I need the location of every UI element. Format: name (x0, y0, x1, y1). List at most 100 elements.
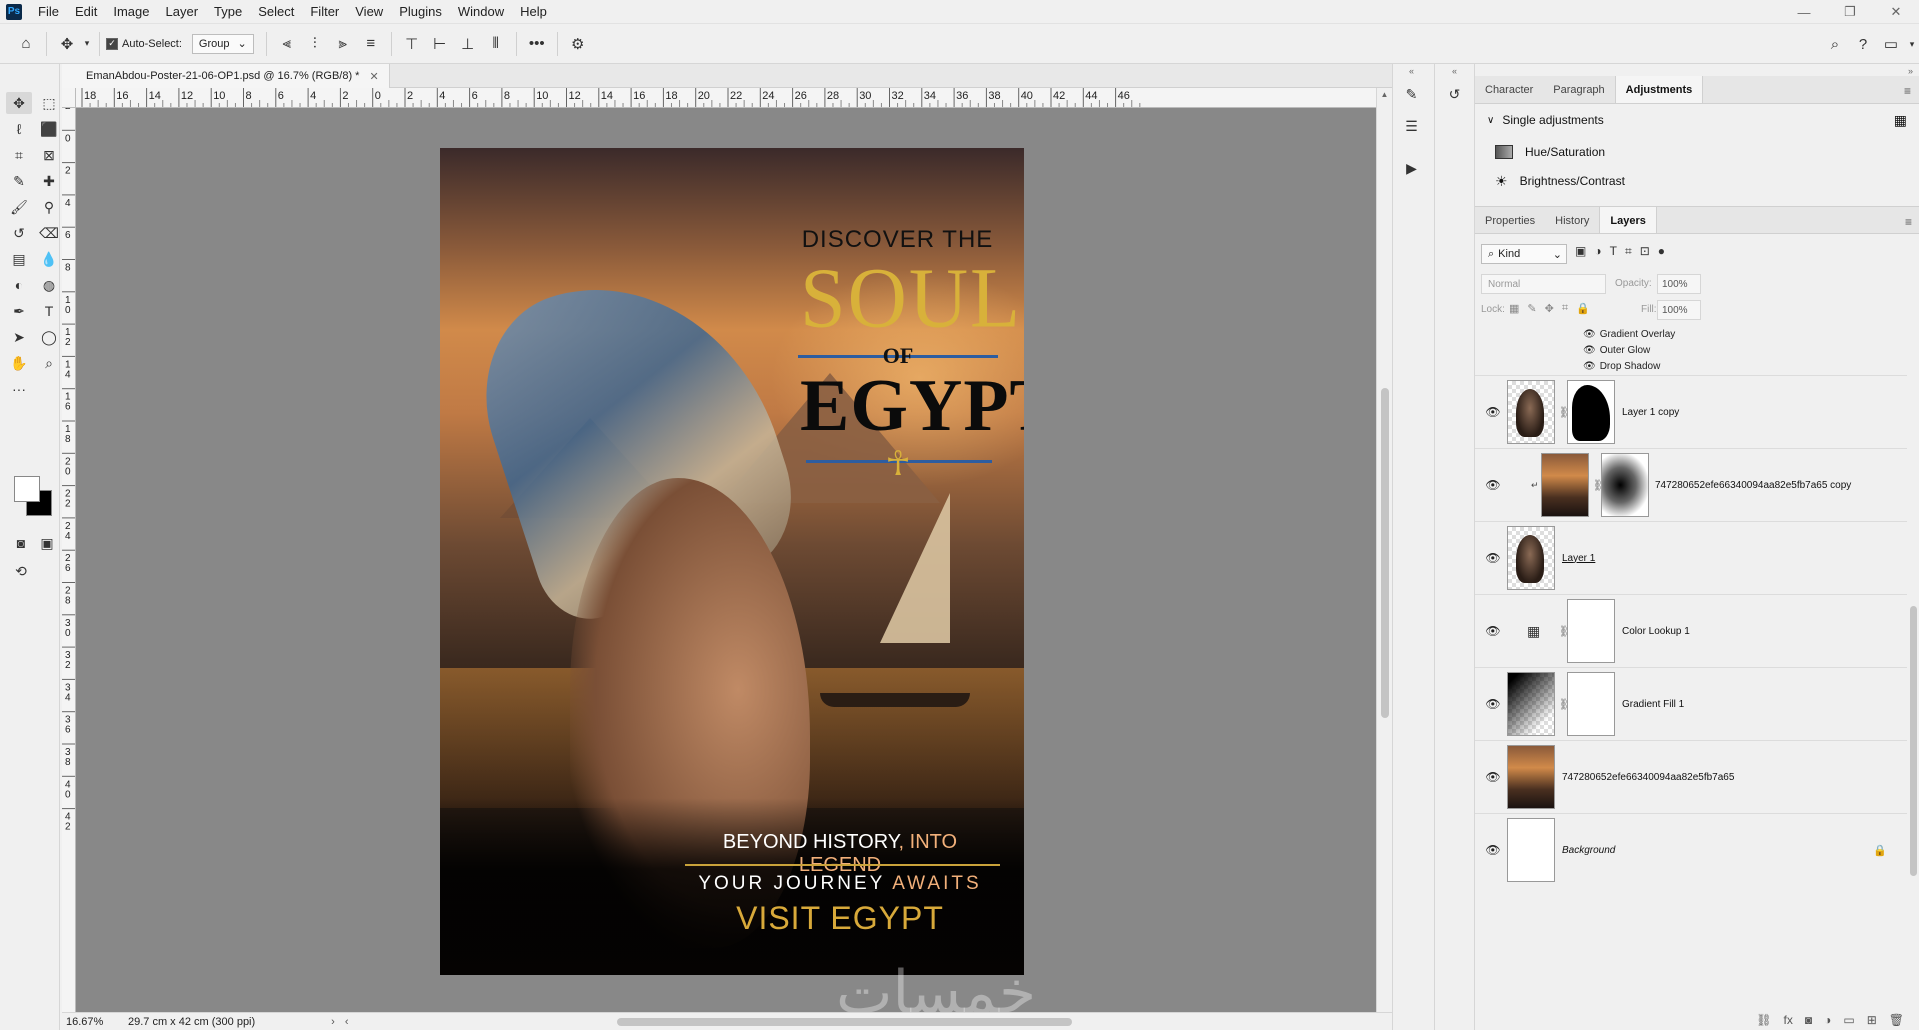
tab-paragraph[interactable]: Paragraph (1543, 76, 1614, 103)
filter-toggle-icon[interactable]: ● (1658, 244, 1665, 259)
layer-row[interactable]: 👁 ↵ ⛓ 747280652efe66340094aa82e5fb7a65 c… (1475, 449, 1907, 522)
workspace-icon[interactable]: ▭ (1877, 30, 1905, 58)
panel-menu-icon[interactable]: ≡ (1904, 84, 1911, 98)
lasso-tool-icon[interactable]: ℓ (6, 118, 32, 140)
menu-view[interactable]: View (347, 0, 391, 24)
clone-stamp-tool-icon[interactable]: ⚲ (36, 196, 62, 218)
distribute-vertical-icon[interactable]: ⦀ (482, 30, 510, 58)
lock-all-icon[interactable]: 🔒 (1576, 302, 1590, 315)
lock-image-icon[interactable]: ✎ (1527, 302, 1536, 315)
chevron-down-icon[interactable]: ▾ (81, 30, 93, 58)
scroll-thumb[interactable] (1381, 388, 1389, 718)
screen-mode-icon[interactable]: ▣ (34, 532, 60, 554)
collapse-panels-icon[interactable]: « (1435, 66, 1474, 76)
menu-edit[interactable]: Edit (67, 0, 105, 24)
align-center-icon[interactable]: ⫶ (301, 30, 329, 58)
menu-file[interactable]: File (30, 0, 67, 24)
align-bottom-icon[interactable]: ⊥ (454, 30, 482, 58)
chevron-right-icon[interactable]: › (331, 1016, 335, 1028)
pen-tool-icon[interactable]: ✒ (6, 300, 32, 322)
collapse-panels-icon[interactable]: « (1393, 66, 1430, 76)
layer-name[interactable]: Layer 1 (1562, 553, 1595, 564)
menu-help[interactable]: Help (512, 0, 555, 24)
more-options-icon[interactable]: ••• (523, 30, 551, 58)
adjustment-hue-saturation[interactable]: Hue/Saturation (1475, 136, 1919, 168)
dodge-tool-icon[interactable]: ◐ (6, 274, 32, 296)
menu-window[interactable]: Window (450, 0, 512, 24)
lock-artboard-icon[interactable]: ⌗ (1562, 302, 1568, 315)
layer-row[interactable]: 👁 747280652efe66340094aa82e5fb7a65 (1475, 741, 1907, 814)
adjustment-layer-icon[interactable]: ◑ (1824, 1013, 1831, 1027)
opacity-input[interactable]: 100% (1657, 274, 1701, 294)
layer-name[interactable]: Layer 1 copy (1622, 407, 1679, 418)
align-middle-icon[interactable]: ⊢ (426, 30, 454, 58)
tab-history[interactable]: History (1545, 207, 1599, 233)
fill-input[interactable]: 100% (1657, 300, 1701, 320)
move-tool-icon[interactable]: ✥ (53, 30, 81, 58)
new-group-icon[interactable]: ▭ (1843, 1013, 1854, 1027)
fx-icon[interactable]: fx (1784, 1013, 1793, 1027)
eye-icon[interactable]: 👁 (1583, 345, 1596, 356)
chevron-down-icon[interactable]: ▾ (1905, 30, 1919, 58)
search-icon[interactable]: ⌕ (1821, 30, 1849, 58)
collapse-icon[interactable]: » (1908, 66, 1913, 76)
quick-mask-icon[interactable]: ◙ (8, 532, 34, 554)
tab-layers[interactable]: Layers (1599, 207, 1657, 233)
close-icon[interactable]: ✕ (1873, 0, 1919, 24)
color-swatches[interactable] (14, 476, 58, 520)
eye-icon[interactable]: 👁 (1583, 361, 1596, 372)
layer-name[interactable]: Background (1562, 845, 1615, 856)
history-brush-tool-icon[interactable]: ↺ (6, 222, 32, 244)
eye-icon[interactable]: 👁 (1583, 329, 1596, 340)
layer-row[interactable]: 👁 Background 🔒 (1475, 814, 1907, 886)
layer-row[interactable]: 👁 Layer 1 (1475, 522, 1907, 595)
effect-row[interactable]: 👁 Drop Shadow (1475, 358, 1907, 376)
close-icon[interactable]: ✕ (369, 70, 378, 83)
tab-character[interactable]: Character (1475, 76, 1543, 103)
sponge-tool-icon[interactable]: ◍ (36, 274, 62, 296)
poster-artwork[interactable]: DISCOVER THE SOUL OF EGYPT ☥ BEYOND HIST… (440, 148, 1024, 975)
document-tab[interactable]: EmanAbdou-Poster-21-06-OP1.psd @ 16.7% (… (62, 64, 390, 88)
blend-mode-dropdown[interactable]: Normal (1481, 274, 1606, 294)
eye-icon[interactable]: 👁 (1483, 478, 1503, 492)
restore-icon[interactable]: ❐ (1827, 0, 1873, 24)
gradient-tool-icon[interactable]: ▤ (6, 248, 32, 270)
link-layers-icon[interactable]: ⛓ (1756, 1013, 1771, 1027)
menu-layer[interactable]: Layer (158, 0, 207, 24)
help-icon[interactable]: ? (1849, 30, 1877, 58)
align-left-icon[interactable]: ⫷ (273, 30, 301, 58)
properties-sliders-icon[interactable]: ☰ (1397, 112, 1427, 140)
align-top-icon[interactable]: ⊤ (398, 30, 426, 58)
menu-type[interactable]: Type (206, 0, 250, 24)
path-selection-tool-icon[interactable]: ➤ (6, 326, 32, 348)
move-tool-icon[interactable]: ✥ (6, 92, 32, 114)
distribute-horizontal-icon[interactable]: ≡ (357, 30, 385, 58)
horizontal-ruler[interactable]: 18 16 14 12 10 8 6 4 2 0 2 4 6 8 10 12 14 16 18 20 22 24 26 28 3… (76, 88, 1376, 108)
pixel-filter-icon[interactable]: ▣ (1575, 244, 1586, 259)
marquee-tool-icon[interactable]: ⬚ (36, 92, 62, 114)
layers-list[interactable]: 👁 Gradient Overlay 👁 Outer Glow 👁 Drop Shad… (1475, 326, 1907, 886)
foreground-color[interactable] (14, 476, 40, 502)
grid-view-icon[interactable]: ▦ (1894, 112, 1907, 129)
menu-plugins[interactable]: Plugins (391, 0, 450, 24)
horizontal-scroll-thumb[interactable] (617, 1018, 1072, 1026)
canvas-area[interactable]: DISCOVER THE SOUL OF EGYPT ☥ BEYOND HIST… (76, 108, 1376, 1012)
eye-icon[interactable]: 👁 (1483, 624, 1503, 638)
object-select-tool-icon[interactable]: ⬛ (36, 118, 62, 140)
trash-icon[interactable]: 🗑 (1889, 1013, 1904, 1027)
new-layer-icon[interactable]: ⊞ (1867, 1013, 1877, 1027)
layer-mask-thumbnail[interactable] (1567, 672, 1615, 736)
eye-icon[interactable]: 👁 (1483, 697, 1503, 711)
eye-icon[interactable]: 👁 (1483, 770, 1503, 784)
layer-name[interactable]: Color Lookup 1 (1622, 626, 1690, 637)
layer-row[interactable]: 👁 ▦ ⛓ Color Lookup 1 (1475, 595, 1907, 668)
generative-icon[interactable]: ⟲ (8, 560, 34, 582)
edit-toolbar-icon[interactable]: ··· (6, 378, 32, 400)
panel-menu-icon[interactable]: ≡ (1905, 215, 1912, 229)
menu-filter[interactable]: Filter (302, 0, 347, 24)
kind-filter-dropdown[interactable]: ⌕ Kind ⌄ (1481, 244, 1567, 264)
lock-position-icon[interactable]: ✥ (1545, 302, 1554, 315)
effect-row[interactable]: 👁 Gradient Overlay (1475, 326, 1907, 342)
effect-row[interactable]: 👁 Outer Glow (1475, 342, 1907, 358)
eraser-tool-icon[interactable]: ⌫ (36, 222, 62, 244)
